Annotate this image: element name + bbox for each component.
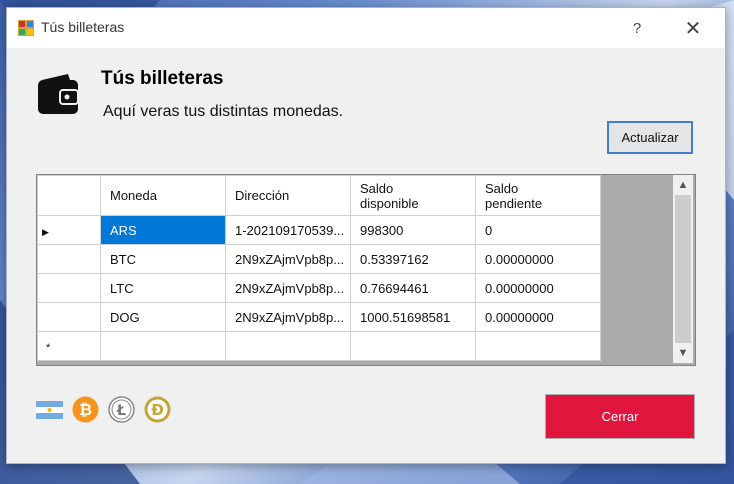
wallets-table: Moneda Dirección Saldo disponible Saldo … [37, 175, 601, 361]
cell-saldo-pendiente[interactable]: 0 [475, 215, 601, 245]
table-header-row: Moneda Dirección Saldo disponible Saldo … [37, 175, 601, 216]
column-header-direccion[interactable]: Dirección [225, 175, 351, 216]
column-header-saldo-pendiente-label: Saldo pendiente [485, 180, 543, 211]
new-row[interactable]: * [37, 331, 601, 361]
svg-text:₿: ₿ [79, 400, 92, 419]
title-bar: Tús billeteras ? ✕ [7, 8, 725, 48]
svg-text:Ð: Ð [151, 401, 164, 419]
table-row[interactable]: DOG 2N9xZAjmVpb8p... 1000.51698581 0.000… [37, 302, 601, 332]
table-row[interactable]: BTC 2N9xZAjmVpb8p... 0.53397162 0.000000… [37, 244, 601, 274]
cell-direccion[interactable]: 2N9xZAjmVpb8p... [225, 273, 351, 303]
cell-direccion[interactable] [225, 331, 351, 361]
cell-moneda[interactable] [100, 331, 226, 361]
app-window-icon [18, 20, 34, 36]
bitcoin-icon: ₿ [72, 396, 99, 423]
vertical-scrollbar[interactable]: ▲ ▼ [673, 175, 693, 363]
current-row-indicator: ▶ [42, 226, 49, 237]
cell-saldo-pendiente[interactable] [475, 331, 601, 361]
row-header[interactable]: ▶ [37, 215, 101, 245]
svg-text:Ł: Ł [116, 403, 126, 419]
cell-saldo-pendiente[interactable]: 0.00000000 [475, 302, 601, 332]
column-header-moneda[interactable]: Moneda [100, 175, 226, 216]
litecoin-icon: Ł [108, 396, 135, 423]
wallets-grid[interactable]: Moneda Dirección Saldo disponible Saldo … [36, 174, 696, 366]
cell-moneda[interactable]: DOG [100, 302, 226, 332]
page-subheading: Aquí veras tus distintas monedas. [103, 103, 344, 120]
close-button[interactable]: Cerrar [545, 394, 695, 439]
column-header-saldo-pendiente[interactable]: Saldo pendiente [475, 175, 601, 216]
row-header-corner [37, 175, 101, 216]
row-header[interactable] [37, 302, 101, 332]
help-button[interactable]: ? [615, 13, 659, 43]
cell-direccion[interactable]: 2N9xZAjmVpb8p... [225, 302, 351, 332]
cell-direccion[interactable]: 1-202109170539... [225, 215, 351, 245]
wallets-dialog: Tús billeteras ? ✕ Tús billeteras Aquí v… [6, 7, 726, 464]
column-header-saldo-disponible-label: Saldo disponible [360, 180, 419, 211]
cell-saldo-disponible[interactable]: 1000.51698581 [350, 302, 476, 332]
scroll-up-arrow-icon[interactable]: ▲ [673, 175, 693, 195]
cell-direccion[interactable]: 2N9xZAjmVpb8p... [225, 244, 351, 274]
window-title: Tús billeteras [41, 19, 125, 35]
cell-moneda[interactable]: LTC [100, 273, 226, 303]
cell-moneda[interactable]: BTC [100, 244, 226, 274]
row-header[interactable] [37, 273, 101, 303]
cell-saldo-disponible[interactable]: 998300 [350, 215, 476, 245]
cell-saldo-disponible[interactable] [350, 331, 476, 361]
new-row-indicator: * [46, 341, 51, 354]
table-row[interactable]: LTC 2N9xZAjmVpb8p... 0.76694461 0.000000… [37, 273, 601, 303]
cell-moneda[interactable]: ARS [100, 215, 226, 245]
scroll-down-arrow-icon[interactable]: ▼ [673, 343, 693, 363]
scrollbar-thumb[interactable] [675, 195, 691, 343]
cell-saldo-disponible[interactable]: 0.76694461 [350, 273, 476, 303]
cell-saldo-pendiente[interactable]: 0.00000000 [475, 244, 601, 274]
cell-saldo-pendiente[interactable]: 0.00000000 [475, 273, 601, 303]
table-row[interactable]: ▶ ARS 1-202109170539... 998300 0 [37, 215, 601, 245]
cell-saldo-disponible[interactable]: 0.53397162 [350, 244, 476, 274]
argentina-flag-icon [36, 401, 63, 419]
window-close-button[interactable]: ✕ [671, 13, 715, 43]
row-header[interactable] [37, 244, 101, 274]
dogecoin-icon: Ð [144, 396, 171, 423]
wallet-icon [38, 74, 79, 114]
column-header-saldo-disponible[interactable]: Saldo disponible [350, 175, 476, 216]
page-heading: Tús billeteras [101, 68, 224, 89]
row-header[interactable]: * [37, 331, 101, 361]
refresh-button[interactable]: Actualizar [607, 121, 693, 154]
